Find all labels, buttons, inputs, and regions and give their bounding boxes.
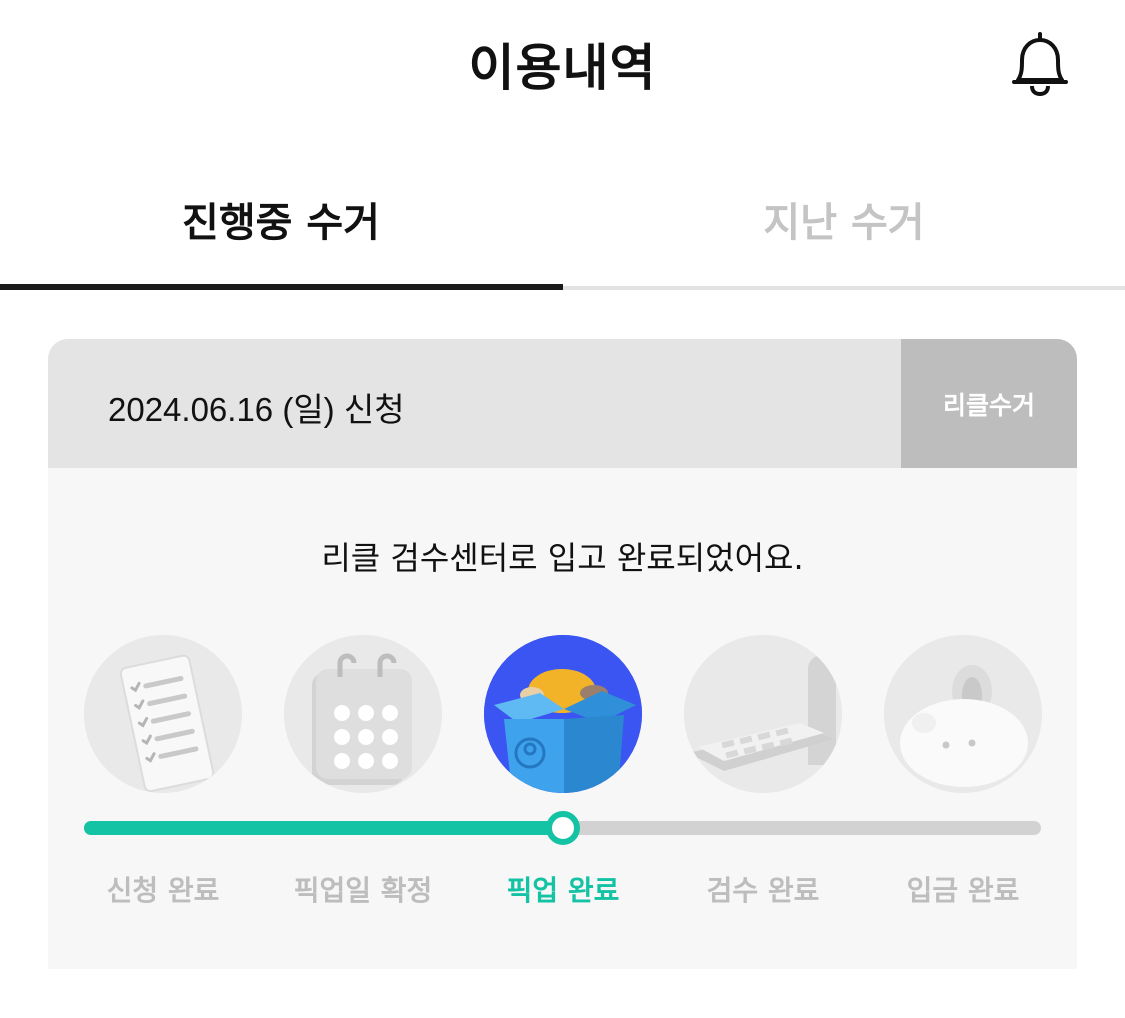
step-label-pickup-date-confirmed: 픽업일 확정 [293,874,433,907]
calendar-icon [284,635,442,793]
checklist-icon [84,635,242,793]
pickup-card: 2024.06.16 (일) 신청 리클수거 리클 검수센터로 입고 완료되었어… [48,339,1077,969]
step-label-inspection-complete: 검수 완료 [706,874,820,907]
progress-fill [84,821,563,835]
piggy-bank-icon [884,635,1042,793]
bell-icon[interactable] [1004,28,1076,100]
step-label-requested: 신청 완료 [106,874,220,907]
tab-active-indicator [0,284,563,290]
scale-icon [684,635,842,793]
card-header: 2024.06.16 (일) 신청 리클수거 [48,339,1077,468]
step-label-payment-complete: 입금 완료 [906,874,1020,907]
tab-bar: 진행중 수거 지난 수거 [0,160,1125,295]
recle-pickup-button[interactable]: 리클수거 [901,339,1077,468]
request-date: 2024.06.16 (일) 신청 [108,391,405,428]
tab-past[interactable]: 지난 수거 [563,190,1125,248]
progress-knob [546,811,580,845]
step-label-pickup-complete: 픽업 완료 [506,874,620,907]
page-title: 이용내역 [468,39,657,97]
app-header: 이용내역 [0,0,1125,125]
status-message: 리클 검수센터로 입고 완료되었어요. [321,539,804,577]
box-icon [484,635,642,793]
tab-divider [563,286,1125,290]
tab-in-progress[interactable]: 진행중 수거 [0,190,562,248]
